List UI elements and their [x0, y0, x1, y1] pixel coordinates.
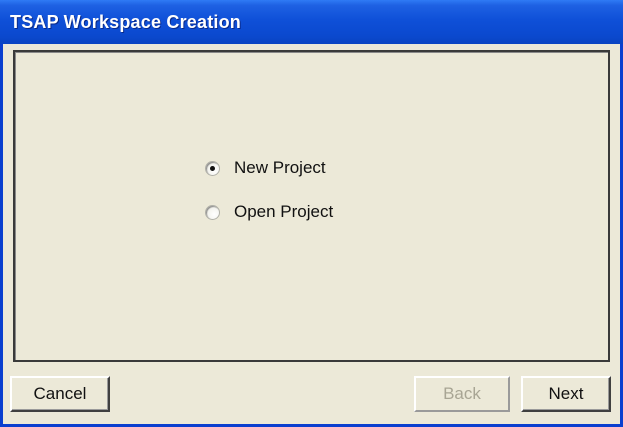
back-button: Back: [414, 376, 510, 412]
dialog-window: TSAP Workspace Creation New Project Open…: [0, 0, 623, 427]
radio-option-new-project[interactable]: New Project: [205, 156, 326, 180]
new-project-radio[interactable]: [205, 160, 220, 176]
cancel-button[interactable]: Cancel: [10, 376, 110, 412]
content-panel: New Project Open Project: [13, 50, 610, 362]
next-button[interactable]: Next: [521, 376, 611, 412]
open-project-label[interactable]: Open Project: [234, 202, 333, 222]
new-project-label[interactable]: New Project: [234, 158, 326, 178]
radio-selected-dot: [210, 165, 215, 171]
radio-option-open-project[interactable]: Open Project: [205, 200, 333, 224]
title-bar[interactable]: TSAP Workspace Creation: [0, 0, 623, 44]
window-title: TSAP Workspace Creation: [10, 12, 242, 32]
open-project-radio[interactable]: [205, 204, 220, 220]
